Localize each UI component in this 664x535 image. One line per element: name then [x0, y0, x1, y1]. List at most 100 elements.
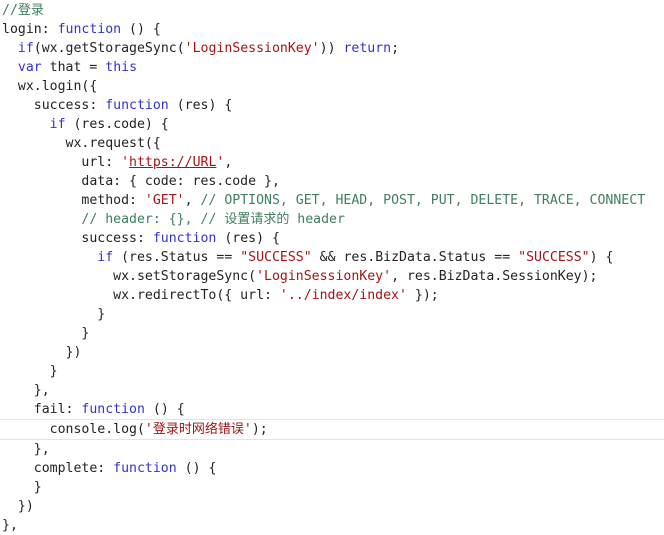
code-token-plain: ))	[319, 41, 344, 56]
code-token-plain: );	[251, 422, 268, 437]
code-line[interactable]: },	[0, 440, 664, 459]
code-token-plain: url:	[2, 155, 122, 170]
code-token-keyword: function	[152, 231, 217, 246]
code-line[interactable]: })	[0, 497, 664, 516]
code-block[interactable]: //登录 login: function () { if(wx.getStorag…	[0, 1, 664, 535]
code-token-plain: () {	[144, 402, 185, 417]
code-token-keyword: if	[17, 41, 34, 56]
code-token-keyword: function	[81, 402, 145, 417]
code-token-plain: },	[2, 442, 50, 457]
code-token-plain: login:	[2, 22, 58, 37]
code-token-link[interactable]: https://URL	[129, 155, 216, 170]
code-token-keyword: function	[57, 22, 122, 37]
code-token-string: "SUCCESS"	[518, 250, 590, 265]
code-line[interactable]: success: function (res) {	[0, 229, 664, 248]
code-line[interactable]: if (res.code) {	[0, 115, 664, 134]
code-token-plain: ;	[391, 41, 400, 56]
code-token-plain: () {	[121, 22, 161, 37]
code-token-plain: (res.code) {	[65, 117, 169, 132]
code-token-plain: method:	[2, 193, 145, 208]
code-line[interactable]: //登录	[0, 1, 664, 20]
code-token-comment: // OPTIONS, GET, HEAD, POST, PUT, DELETE…	[200, 193, 646, 208]
code-token-plain: ,	[184, 193, 201, 208]
code-token-comment: // header: {}, //	[81, 212, 225, 227]
code-token-plain: , res.BizData.SessionKey);	[391, 269, 598, 284]
code-token-string: '	[121, 155, 130, 170]
code-token-plain: },	[2, 383, 50, 398]
code-line[interactable]: data: { code: res.code },	[0, 172, 664, 191]
code-line[interactable]: wx.setStorageSync('LoginSessionKey', res…	[0, 267, 664, 286]
code-token-string: 'LoginSessionKey'	[184, 41, 320, 56]
code-line[interactable]: fail: function () {	[0, 400, 664, 419]
code-line[interactable]: success: function (res) {	[0, 96, 664, 115]
code-token-string: '	[144, 422, 153, 437]
code-line[interactable]: })	[0, 343, 664, 362]
code-token-keyword: return	[343, 41, 392, 56]
code-line[interactable]: wx.request({	[0, 134, 664, 153]
code-token-comment: header	[289, 212, 345, 227]
code-token-comment: //	[2, 3, 18, 18]
code-token-plain: }	[2, 307, 106, 322]
code-line[interactable]: if (res.Status == "SUCCESS" && res.BizDa…	[0, 248, 664, 267]
code-token-plain: });	[406, 288, 439, 303]
code-token-plain: wx.setStorageSync(	[2, 269, 257, 284]
code-line[interactable]: wx.redirectTo({ url: '../index/index' })…	[0, 286, 664, 305]
code-token-plain: console.log(	[2, 422, 145, 437]
code-token-plain: success:	[2, 98, 106, 113]
code-token-plain: }	[2, 326, 90, 341]
code-token-string: 'GET'	[144, 193, 185, 208]
code-token-plain: (wx.getStorageSync(	[33, 41, 185, 56]
code-token-plain: wx.login({	[2, 79, 98, 94]
code-token-string: '../index/index'	[279, 288, 407, 303]
code-token-plain: fail:	[2, 402, 82, 417]
code-line[interactable]: var that = this	[0, 58, 664, 77]
code-token-plain: (res) {	[216, 231, 280, 246]
code-token-string: '	[243, 422, 252, 437]
code-line[interactable]: }	[0, 478, 664, 497]
code-token-plain: wx.request({	[2, 136, 161, 151]
code-token-string: "SUCCESS"	[240, 250, 312, 265]
code-token-plain: (res) {	[168, 98, 233, 113]
code-token-keyword: if	[97, 250, 114, 265]
code-token-plain: ) {	[589, 250, 614, 265]
code-line[interactable]: if(wx.getStorageSync('LoginSessionKey'))…	[0, 39, 664, 58]
code-token-cjk-comment: 登录	[17, 3, 44, 18]
code-token-keyword: function	[105, 98, 169, 113]
code-token-plain: (res.Status ==	[113, 250, 241, 265]
code-line[interactable]: complete: function () {	[0, 459, 664, 478]
code-line[interactable]: }	[0, 324, 664, 343]
code-token-plain: })	[2, 499, 34, 514]
code-line[interactable]: }	[0, 362, 664, 381]
code-token-keyword: if	[49, 117, 66, 132]
code-line[interactable]: url: 'https://URL',	[0, 153, 664, 172]
code-line[interactable]: },	[0, 381, 664, 400]
code-token-plain: success:	[2, 231, 153, 246]
code-token-plain: () {	[176, 461, 217, 476]
code-line[interactable]: }	[0, 305, 664, 324]
code-token-keyword: function	[113, 461, 177, 476]
code-line[interactable]: },	[0, 516, 664, 535]
code-token-plain: that =	[41, 60, 106, 75]
code-token-keyword: this	[105, 60, 138, 75]
code-token-plain: data: { code: res.code },	[2, 174, 280, 189]
code-token-string: 'LoginSessionKey'	[256, 269, 392, 284]
code-token-cjk-string: 登录时网络错误	[152, 422, 244, 437]
code-token-cjk-comment: 设置请求的	[224, 212, 290, 227]
code-token-plain: wx.redirectTo({ url:	[2, 288, 280, 303]
code-token-plain: }	[2, 364, 58, 379]
code-token-plain: })	[2, 345, 82, 360]
code-token-plain: && res.BizData.Status ==	[311, 250, 519, 265]
code-token-plain: complete:	[2, 461, 114, 476]
code-line[interactable]: login: function () {	[0, 20, 664, 39]
code-token-plain: }	[2, 480, 42, 495]
code-token-plain: ,	[224, 155, 233, 170]
code-line[interactable]: method: 'GET', // OPTIONS, GET, HEAD, PO…	[0, 191, 664, 210]
code-line[interactable]: // header: {}, // 设置请求的 header	[0, 210, 664, 229]
code-line[interactable]: console.log('登录时网络错误');	[0, 419, 664, 440]
code-line[interactable]: wx.login({	[0, 77, 664, 96]
